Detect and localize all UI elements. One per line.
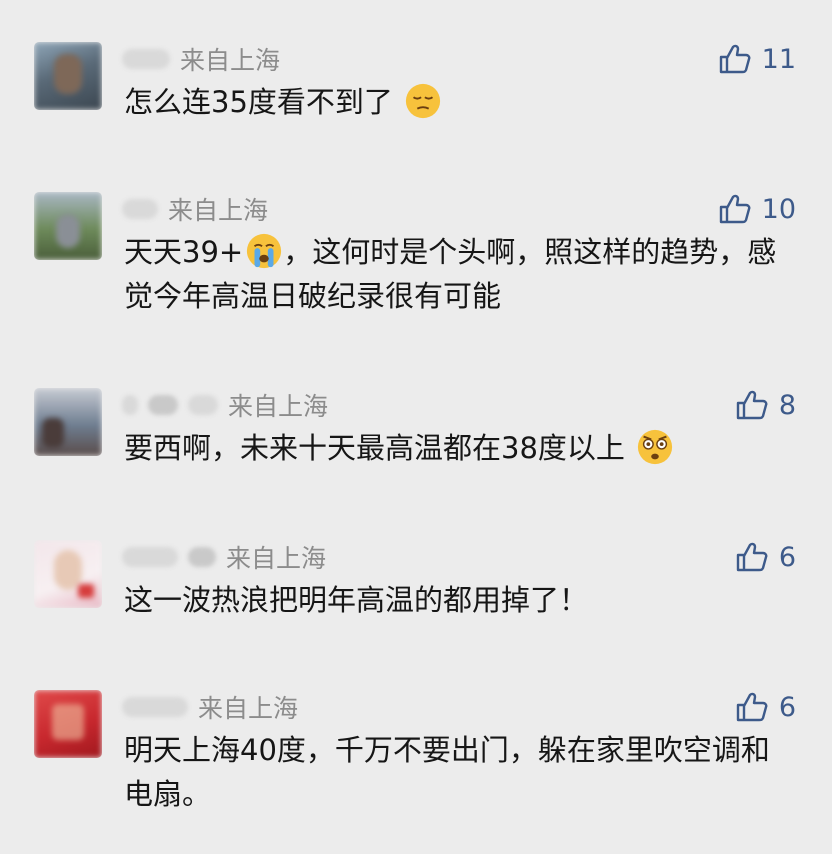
comment-text: 天天39+ ，这何时是个头啊，照这样的趋势，感觉今年高温日破纪录很有可能 xyxy=(124,230,796,318)
avatar[interactable] xyxy=(34,42,102,110)
comment-text: 明天上海40度，千万不要出门，躲在家里吹空调和电扇。 xyxy=(124,733,770,811)
username-redacted xyxy=(188,395,218,415)
like-count: 6 xyxy=(778,541,796,573)
thumbs-up-icon xyxy=(736,542,768,572)
username-redacted xyxy=(122,49,170,69)
like-button[interactable]: 11 xyxy=(718,42,796,76)
thumbs-up-icon xyxy=(719,194,751,224)
username-redacted xyxy=(122,547,178,567)
thumbs-up-icon xyxy=(719,44,751,74)
thumbs-up-icon xyxy=(736,390,768,420)
like-button[interactable]: 6 xyxy=(735,690,796,724)
location-label: 来自上海 xyxy=(180,46,281,75)
location-label: 来自上海 xyxy=(198,694,299,723)
location-label: 来自上海 xyxy=(168,196,269,225)
username-redacted xyxy=(122,697,188,717)
author-row: 来自上海 xyxy=(122,690,298,724)
shocked-face-icon xyxy=(638,429,673,465)
like-count: 8 xyxy=(778,389,796,421)
username-redacted xyxy=(148,395,178,415)
author-row: 来自上海 xyxy=(122,388,328,422)
username-redacted xyxy=(122,395,138,415)
like-count: 11 xyxy=(761,43,796,75)
like-button[interactable]: 8 xyxy=(735,388,796,422)
comment-feed: 来自上海 11 怎么连35度看不到了 来自上海 10 天天39+ ，这何时是个头… xyxy=(0,0,832,854)
location-label: 来自上海 xyxy=(228,392,329,421)
author-row: 来自上海 xyxy=(122,42,280,76)
avatar[interactable] xyxy=(34,388,102,456)
like-button[interactable]: 6 xyxy=(735,540,796,574)
author-row: 来自上海 xyxy=(122,540,326,574)
avatar[interactable] xyxy=(34,192,102,260)
thumbs-up-icon xyxy=(736,692,768,722)
like-count: 10 xyxy=(761,193,796,225)
author-row: 来自上海 xyxy=(122,192,268,226)
username-redacted xyxy=(122,199,158,219)
crying-face-icon xyxy=(247,233,282,269)
comment-text: 要西啊，未来十天最高温都在38度以上 xyxy=(124,426,796,470)
like-button[interactable]: 10 xyxy=(718,192,796,226)
location-label: 来自上海 xyxy=(226,544,327,573)
avatar[interactable] xyxy=(34,540,102,608)
avatar[interactable] xyxy=(34,690,102,758)
smirking-sleepy-face-icon xyxy=(406,83,441,119)
comment-text: 这一波热浪把明年高温的都用掉了！ xyxy=(124,583,589,617)
comment-text: 怎么连35度看不到了 xyxy=(124,80,796,124)
username-redacted xyxy=(188,547,216,567)
like-count: 6 xyxy=(778,691,796,723)
